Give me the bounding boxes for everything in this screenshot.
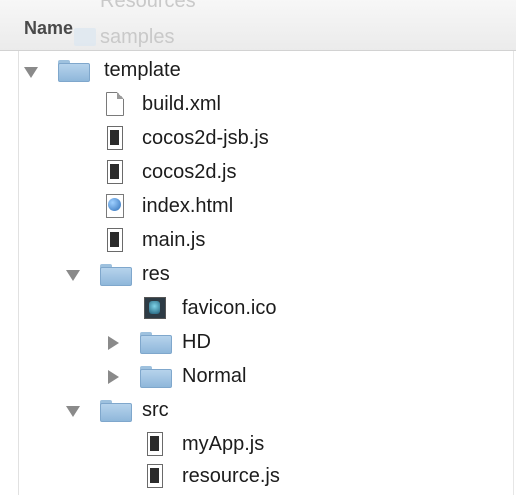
html-file-icon — [106, 194, 124, 218]
disclosure-triangle-right-icon[interactable] — [108, 370, 119, 384]
tree-row-index-html[interactable]: index.html — [0, 190, 516, 224]
tree-item-label: myApp.js — [182, 433, 265, 455]
tree-item-label: resource.js — [182, 465, 280, 487]
tree-item-label: template — [104, 59, 181, 81]
tree-item-label: res — [142, 263, 170, 285]
disclosure-triangle-down-icon[interactable] — [66, 270, 80, 281]
column-header[interactable]: Resources samples Name — [0, 0, 516, 51]
ico-file-icon — [144, 297, 166, 319]
folder-icon — [58, 60, 90, 82]
disclosure-triangle-down-icon[interactable] — [66, 406, 80, 417]
tree-row-main-js[interactable]: main.js — [0, 224, 516, 258]
js-file-icon — [147, 432, 163, 456]
tree-row-src[interactable]: src — [0, 394, 516, 428]
js-file-icon — [147, 464, 163, 488]
js-file-icon — [107, 160, 123, 184]
tree-item-label: src — [142, 399, 169, 421]
tree-row-cocos2d-js[interactable]: cocos2d.js — [0, 156, 516, 190]
tree-item-label: cocos2d.js — [142, 161, 237, 183]
tree-item-label: index.html — [142, 195, 234, 217]
tree-item-label: favicon.ico — [182, 297, 277, 319]
tree-item-label: build.xml — [142, 93, 221, 115]
folder-icon — [140, 332, 172, 354]
js-file-icon — [107, 126, 123, 150]
finder-window: Resources samples Name template build.xm… — [0, 0, 516, 495]
tree-row-myapp-js[interactable]: myApp.js — [0, 428, 516, 462]
tree-row-cocos2d-jsb-js[interactable]: cocos2d-jsb.js — [0, 122, 516, 156]
tree-row-res[interactable]: res — [0, 258, 516, 292]
tree-row-template[interactable]: template — [0, 54, 516, 88]
folder-icon — [140, 366, 172, 388]
tree-item-label: HD — [182, 331, 211, 353]
ghost-row-above: Resources — [100, 0, 196, 12]
tree-item-label: Normal — [182, 365, 247, 387]
document-icon — [106, 92, 124, 116]
disclosure-triangle-down-icon[interactable] — [24, 67, 38, 78]
tree-row-resource-js[interactable]: resource.js — [0, 460, 516, 494]
ghost-folder-icon — [74, 28, 96, 46]
name-column-header[interactable]: Name — [24, 18, 73, 39]
tree-item-label: cocos2d-jsb.js — [142, 127, 269, 149]
ghost-row-samples: samples — [100, 26, 175, 48]
folder-icon — [100, 264, 132, 286]
tree-row-favicon-ico[interactable]: favicon.ico — [0, 292, 516, 326]
tree-row-hd[interactable]: HD — [0, 326, 516, 360]
tree-row-normal[interactable]: Normal — [0, 360, 516, 394]
folder-icon — [100, 400, 132, 422]
js-file-icon — [107, 228, 123, 252]
tree-item-label: main.js — [142, 229, 206, 251]
tree-row-build-xml[interactable]: build.xml — [0, 88, 516, 122]
disclosure-triangle-right-icon[interactable] — [108, 336, 119, 350]
